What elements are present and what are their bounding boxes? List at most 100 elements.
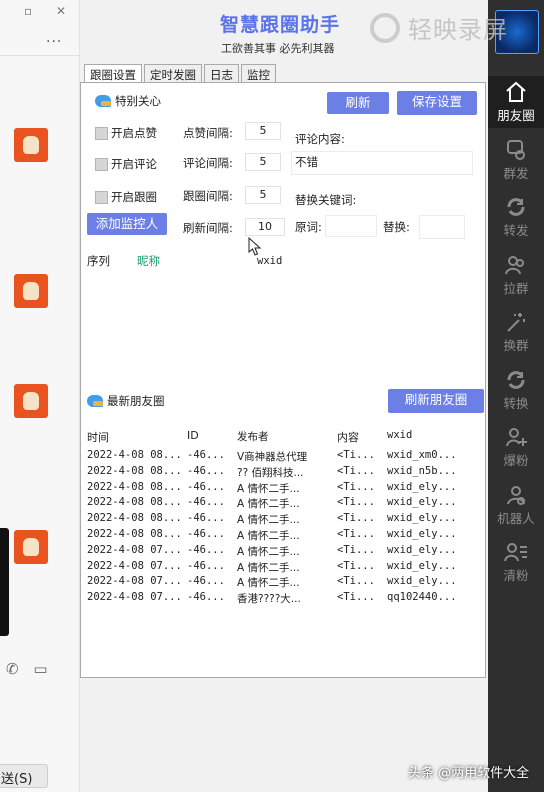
table-row[interactable]: 2022-4-08 07... -46... 香港????大... <Ti... qq1… — [87, 591, 467, 606]
comment-interval-input[interactable]: 5 — [245, 153, 281, 171]
save-settings-button[interactable]: 保存设置 — [397, 91, 477, 115]
cell-wxid: wxid_n5b... — [387, 464, 457, 477]
robot-icon — [504, 484, 528, 506]
enable-comment-checkbox[interactable]: 开启评论 — [95, 156, 157, 172]
video-call-icon[interactable]: ▭ — [33, 660, 47, 678]
sidebar-item-label: 拉群 — [503, 280, 529, 296]
original-word-input[interactable] — [325, 215, 377, 237]
cell-time: 2022-4-08 07... — [87, 543, 182, 556]
source-watermark: 头条 @两用软件大全 — [408, 766, 530, 781]
sidebar-item[interactable]: 群发 — [488, 134, 544, 186]
checkbox-box[interactable] — [95, 157, 108, 171]
like-interval-input[interactable]: 5 — [245, 122, 281, 140]
more-icon[interactable]: ... — [46, 30, 62, 46]
tab-scheduled-post[interactable]: 定时发圈 — [144, 64, 202, 83]
table-row[interactable]: 2022-4-08 07... -46... A 情怀二手... <Ti... wxid… — [87, 575, 467, 590]
sidebar-item[interactable]: 换群 — [488, 306, 544, 358]
avatar[interactable] — [14, 128, 48, 162]
refresh-button[interactable]: 刷新 — [327, 92, 389, 114]
col-wxid[interactable]: wxid — [387, 429, 467, 445]
sidebar-item-label: 朋友圈 — [497, 108, 535, 123]
mouse-cursor-icon — [248, 237, 262, 256]
refresh-moments-button[interactable]: 刷新朋友圈 — [388, 389, 484, 413]
sidebar-item-label: 转换 — [503, 395, 529, 411]
divider — [0, 55, 80, 56]
avatar[interactable] — [14, 530, 48, 564]
checkbox-box[interactable] — [95, 126, 108, 140]
recorder-watermark-text: 轻映录屏 — [408, 16, 508, 44]
col-index[interactable]: 序列 — [87, 253, 110, 269]
comment-interval-label: 评论间隔: — [183, 156, 233, 170]
sidebar-item[interactable]: 拉群 — [488, 249, 544, 301]
table-row[interactable]: 2022-4-08 08... -46... V商神器总代理 <Ti... wxid_x… — [87, 449, 467, 464]
sidebar-item[interactable]: 转换 — [488, 364, 544, 416]
cell-time: 2022-4-08 08... — [87, 480, 182, 493]
tab-log[interactable]: 日志 — [204, 64, 239, 83]
cell-id: -46... — [187, 449, 225, 461]
settings-panel: 特别关心 刷新 保存设置 开启点赞 点赞间隔: 5 评论内容: 开启评论 评论间… — [80, 82, 486, 678]
col-id[interactable]: ID — [187, 429, 237, 445]
table-row[interactable]: 2022-4-08 07... -46... A 情怀二手... <Ti... wxid… — [87, 560, 467, 575]
cell-time: 2022-4-08 08... — [87, 528, 182, 540]
sidebar-item[interactable]: 机器人 — [488, 479, 544, 531]
cell-id: -46... — [187, 559, 225, 572]
chat-bubble-icon — [504, 139, 528, 161]
col-publisher[interactable]: 发布者 — [237, 429, 337, 445]
moments-table-header: 时间 ID 发布者 内容 wxid — [87, 429, 467, 445]
col-nickname[interactable]: 昵称 — [137, 253, 160, 269]
checkbox-box[interactable] — [95, 190, 108, 204]
table-row[interactable]: 2022-4-08 08... -46... A 情怀二手... <Ti... wxid… — [87, 512, 467, 527]
refresh-interval-input[interactable]: 10 — [245, 218, 285, 236]
enable-like-label: 开启点赞 — [111, 126, 157, 140]
table-row[interactable]: 2022-4-08 08... -46... ?? 佰翔科技... <Ti... wxi… — [87, 465, 467, 480]
avatar[interactable] — [14, 274, 48, 308]
cell-content: <Ti... — [337, 559, 375, 572]
col-time[interactable]: 时间 — [87, 429, 187, 445]
enable-like-checkbox[interactable]: 开启点赞 — [95, 125, 157, 141]
avatar[interactable] — [14, 384, 48, 418]
cell-time: 2022-4-08 08... — [87, 512, 182, 525]
cell-wxid: wxid_ely... — [387, 496, 457, 509]
cell-publisher: A 情怀二手... — [237, 482, 300, 495]
helper-window: 智慧跟圈助手 工欲善其事 必先利其器 跟圈设置 定时发圈 日志 监控 特别关心 … — [80, 0, 488, 792]
tab-follow-settings[interactable]: 跟圈设置 — [84, 64, 142, 83]
enable-follow-checkbox[interactable]: 开启跟圈 — [95, 189, 157, 205]
sidebar-item-label: 群发 — [503, 165, 529, 181]
table-row[interactable]: 2022-4-08 08... -46... A 情怀二手... <Ti... wxid… — [87, 528, 467, 543]
app-title: 智慧跟圈助手 — [220, 14, 341, 36]
cell-publisher: A 情怀二手... — [237, 577, 300, 590]
sidebar-item[interactable]: 清粉 — [488, 536, 544, 588]
screen-recorder-watermark: 轻映录屏 — [370, 10, 508, 45]
table-row[interactable]: 2022-4-08 07... -46... A 情怀二手... <Ti... wxid… — [87, 544, 467, 559]
col-content[interactable]: 内容 — [337, 429, 387, 445]
tab-monitor[interactable]: 监控 — [241, 64, 276, 83]
table-row[interactable]: 2022-4-08 08... -46... A 情怀二手... <Ti... wxid… — [87, 481, 467, 496]
cell-content: <Ti... — [337, 480, 375, 493]
cell-id: -46... — [187, 591, 225, 604]
sidebar-item[interactable]: 朋友圈 — [488, 76, 544, 128]
cell-content: <Ti... — [337, 543, 375, 556]
enable-comment-label: 开启评论 — [111, 157, 157, 171]
replace-word-input[interactable] — [419, 215, 465, 239]
comment-content-input[interactable]: 不错 — [291, 151, 473, 175]
table-row[interactable]: 2022-4-08 08... -46... A 情怀二手... <Ti... wxid… — [87, 496, 467, 511]
comment-content-label: 评论内容: — [295, 132, 345, 146]
monitor-list[interactable] — [83, 269, 475, 379]
video-thumbnail[interactable] — [0, 528, 9, 636]
close-icon[interactable]: ✕ — [56, 4, 66, 18]
sidebar-item-label: 清粉 — [503, 568, 529, 583]
cell-publisher: A 情怀二手... — [237, 545, 300, 558]
add-monitor-button[interactable]: 添加监控人 — [87, 213, 167, 235]
follow-interval-input[interactable]: 5 — [245, 186, 281, 204]
restore-icon[interactable]: ▫ — [24, 4, 32, 18]
cell-id: -46... — [187, 575, 225, 588]
cell-content: <Ti... — [337, 496, 375, 509]
phone-icon[interactable]: ✆ — [6, 660, 19, 678]
user-list-icon — [504, 541, 528, 563]
send-button[interactable]: 送(S) — [0, 764, 48, 788]
sidebar-item[interactable]: 爆粉 — [488, 421, 544, 473]
sidebar-item[interactable]: 转发 — [488, 191, 544, 243]
cell-time: 2022-4-08 07... — [87, 591, 182, 604]
cell-content: <Ti... — [337, 575, 375, 588]
latest-moments-header: 最新朋友圈 — [87, 393, 165, 409]
